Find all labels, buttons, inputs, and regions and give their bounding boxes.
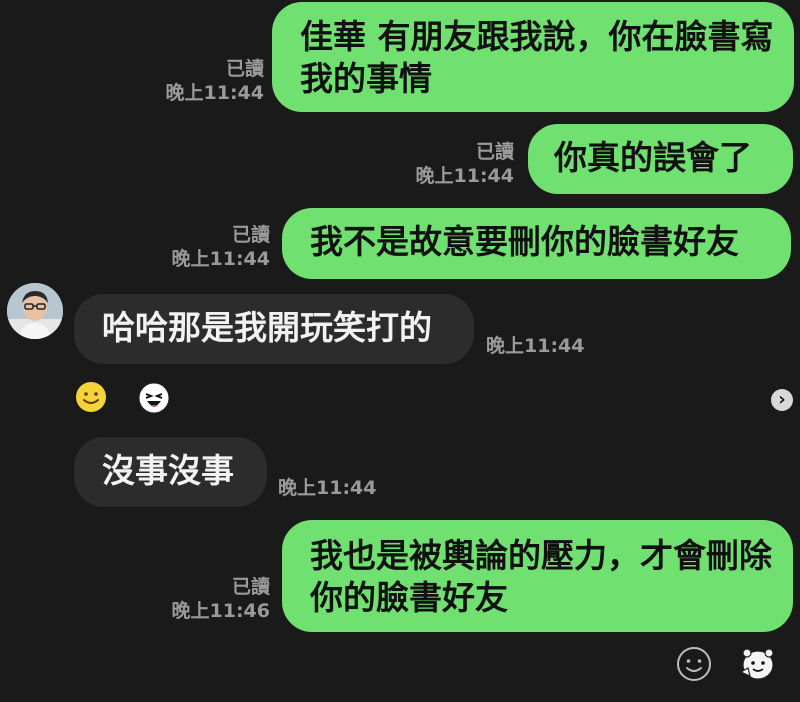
message-bubble-outgoing[interactable]: 佳華 有朋友跟我說，你在臉書寫我的事情: [272, 2, 794, 112]
read-receipt: 已讀: [225, 58, 264, 80]
message-bubble-outgoing[interactable]: 你真的誤會了: [528, 124, 793, 194]
message-meta: 已讀 晚上11:44: [390, 140, 514, 188]
chevron-right-icon[interactable]: ›: [771, 389, 793, 411]
message-time: 晚上11:44: [278, 477, 377, 499]
message-time: 晚上11:44: [415, 165, 514, 187]
message-bubble-outgoing[interactable]: 我不是故意要刪你的臉書好友: [282, 208, 791, 279]
message-time: 晚上11:44: [486, 335, 585, 357]
read-receipt: 已讀: [475, 141, 514, 163]
message-time: 晚上11:46: [171, 600, 270, 622]
chat-view: 已讀 晚上11:44 佳華 有朋友跟我說，你在臉書寫我的事情 已讀 晚上11:4…: [0, 0, 800, 702]
sticker-icon[interactable]: [738, 646, 776, 684]
message-bubble-incoming[interactable]: 沒事沒事: [74, 437, 267, 507]
contact-avatar[interactable]: [7, 283, 63, 339]
message-time: 晚上11:44: [171, 248, 270, 270]
laughing-sticker-icon[interactable]: [138, 382, 170, 414]
message-bubble-incoming[interactable]: 哈哈那是我開玩笑打的: [74, 294, 474, 364]
smiley-outline-icon[interactable]: [676, 646, 712, 682]
message-meta: 已讀 晚上11:44: [146, 223, 270, 271]
message-time: 晚上11:44: [165, 82, 264, 104]
smiley-face-icon[interactable]: [75, 381, 107, 413]
read-receipt: 已讀: [231, 576, 270, 598]
message-meta: 已讀 晚上11:46: [146, 575, 270, 623]
read-receipt: 已讀: [231, 224, 270, 246]
message-bubble-outgoing[interactable]: 我也是被輿論的壓力，才會刪除你的臉書好友: [282, 520, 793, 632]
message-meta: 已讀 晚上11:44: [140, 57, 264, 105]
